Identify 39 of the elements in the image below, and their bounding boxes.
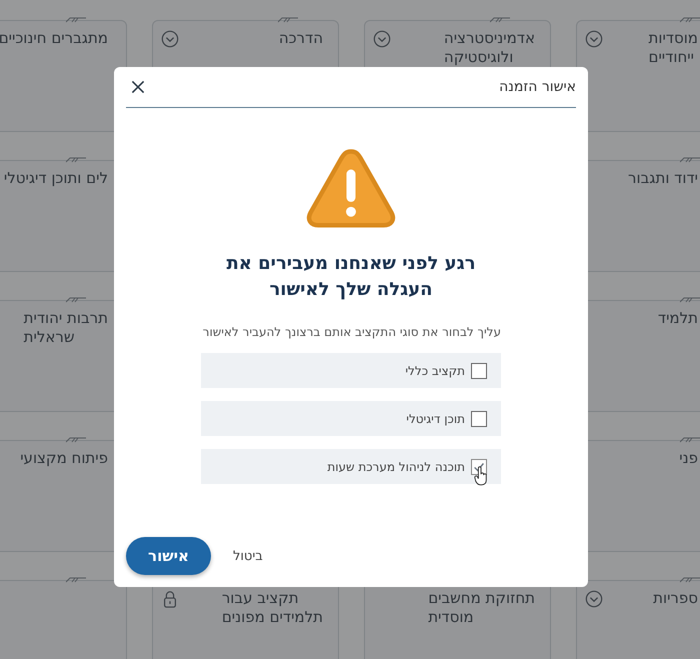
chevron-down-icon[interactable] xyxy=(161,30,179,48)
category-title: תחזוקת מחשבים xyxy=(428,589,535,608)
category-title: אדמיניסטרציה xyxy=(444,29,535,48)
lock-icon xyxy=(161,590,179,608)
category-title: מתגברים חינוכיים xyxy=(0,29,108,48)
category-title: ספריות xyxy=(653,589,698,608)
category-title: פני xyxy=(679,449,698,468)
category-title: ייחודיים xyxy=(648,48,694,67)
category-title: שראלית xyxy=(24,328,74,347)
category-card[interactable]: מתגברים חינוכיים xyxy=(0,20,127,132)
category-title: תקציב עבור xyxy=(222,589,299,608)
category-title: ידוד ותגבור xyxy=(628,169,698,188)
budget-option[interactable]: תקציב כללי xyxy=(201,353,501,388)
category-title: מוסדית xyxy=(428,608,474,627)
dialog-heading: רגע לפני שאנחנו מעבירים את העגלה שלך לאישור xyxy=(225,252,477,302)
checkbox[interactable] xyxy=(471,410,487,426)
category-card[interactable]: ספריות xyxy=(576,580,700,659)
category-card[interactable]: מוסדיות ייחודיים xyxy=(576,20,700,132)
chevron-down-icon[interactable] xyxy=(585,30,603,48)
category-title: תלמידים מפונים xyxy=(222,608,323,627)
option-label: תוכנה לניהול מערכת שעות xyxy=(327,460,465,474)
option-label: תקציב כללי xyxy=(405,364,465,378)
cancel-button[interactable]: ביטול xyxy=(229,544,267,568)
category-title: תלמיד xyxy=(658,309,698,328)
close-icon[interactable] xyxy=(130,79,146,95)
budget-option[interactable]: תוכן דיגיטלי xyxy=(201,401,501,436)
checkbox[interactable] xyxy=(471,362,487,378)
instruction-text: עליך לבחור את סוגי התקציב אותם ברצונך להעביר לאישור xyxy=(202,325,501,339)
confirm-button[interactable]: אישור xyxy=(126,537,211,575)
dialog-title: אישור הזמנה xyxy=(499,79,576,95)
chevron-down-icon[interactable] xyxy=(373,30,391,48)
category-title: מוסדיות xyxy=(648,29,698,48)
category-title: תרבות יהודית xyxy=(24,309,108,328)
category-title: ולוגיסטיקה xyxy=(444,48,514,67)
option-label: תוכן דיגיטלי xyxy=(406,412,465,426)
category-title: לים ותוכן דיגיטלי xyxy=(4,169,108,188)
category-title: הדרכה xyxy=(278,29,323,48)
chevron-down-icon[interactable] xyxy=(585,590,603,608)
category-title: פיתוח מקצועי xyxy=(20,449,108,468)
